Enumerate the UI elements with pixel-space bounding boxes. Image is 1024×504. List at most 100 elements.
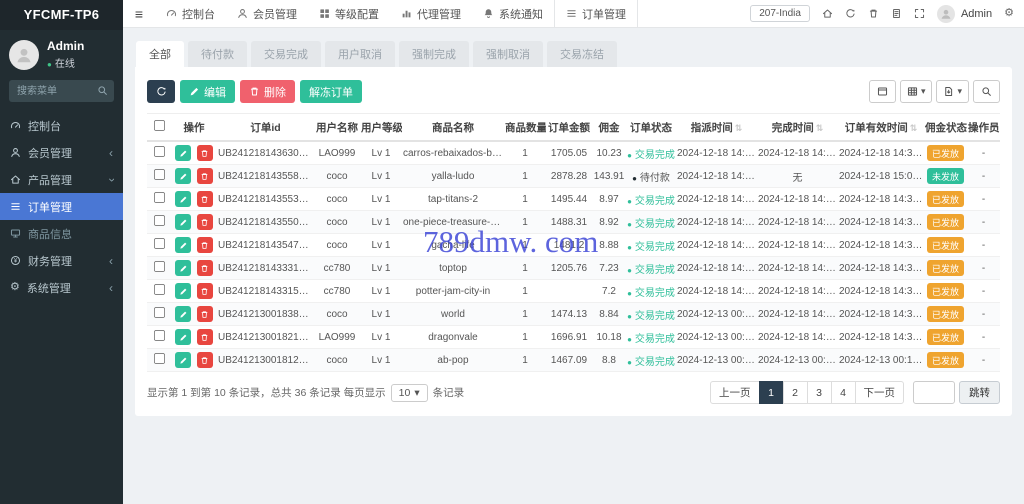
col-finish-time[interactable]: 完成时间⇅ xyxy=(757,114,838,142)
tab-user-cancelled[interactable]: 用户取消 xyxy=(325,41,395,67)
order-status-cell: ●交易完成 xyxy=(626,326,676,349)
row-delete-button[interactable] xyxy=(197,191,213,207)
row-checkbox[interactable] xyxy=(153,284,164,295)
page-button-4[interactable]: 4 xyxy=(831,381,856,404)
table-row: UB2412181433319189 cc780 Lv 1 toptop 1 1… xyxy=(147,257,1000,280)
card-view-button[interactable] xyxy=(869,80,896,103)
home-icon[interactable] xyxy=(822,8,833,19)
row-edit-button[interactable] xyxy=(175,214,191,230)
row-checkbox[interactable] xyxy=(153,238,164,249)
next-page-button[interactable]: 下一页 xyxy=(855,381,905,404)
tab-all[interactable]: 全部 xyxy=(136,41,184,67)
row-checkbox[interactable] xyxy=(153,215,164,226)
row-edit-button[interactable] xyxy=(175,329,191,345)
row-edit-button[interactable] xyxy=(175,191,191,207)
search-button[interactable] xyxy=(973,80,1000,103)
sidebar-item-members[interactable]: 会员管理 ‹ xyxy=(0,139,123,166)
tab-completed[interactable]: 交易完成 xyxy=(251,41,321,67)
row-checkbox[interactable] xyxy=(153,353,164,364)
row-edit-button[interactable] xyxy=(175,168,191,184)
sidebar-item-goods-info[interactable]: 商品信息 xyxy=(0,220,123,247)
columns-button[interactable]: ▾ xyxy=(900,80,933,103)
table-row: UB2412181435503819 coco Lv 1 one-piece-t… xyxy=(147,211,1000,234)
row-checkbox[interactable] xyxy=(153,330,164,341)
jump-button[interactable]: 跳转 xyxy=(959,381,1000,404)
unfreeze-order-button[interactable]: 解冻订单 xyxy=(300,80,362,103)
export-icon xyxy=(943,86,954,97)
tab-force-completed[interactable]: 强制完成 xyxy=(399,41,469,67)
row-delete-button[interactable] xyxy=(197,145,213,161)
row-checkbox[interactable] xyxy=(153,169,164,180)
assign-time-cell: 2024-12-18 14:35:58 xyxy=(676,165,757,188)
sidebar-item-dashboard[interactable]: 控制台 xyxy=(0,112,123,139)
row-delete-button[interactable] xyxy=(197,352,213,368)
row-edit-button[interactable] xyxy=(175,283,191,299)
table-footer: 显示第 1 到第 10 条记录，总共 36 条记录 每页显示 10▾ 条记录 上… xyxy=(147,381,1000,406)
finish-time-cell: 2024-12-18 14:33:20 xyxy=(757,280,838,303)
row-edit-button[interactable] xyxy=(175,306,191,322)
row-checkbox[interactable] xyxy=(153,261,164,272)
hamburger-menu-icon[interactable]: ≡ xyxy=(123,0,155,27)
row-checkbox[interactable] xyxy=(153,146,164,157)
clear-cache-icon[interactable] xyxy=(891,8,902,19)
row-delete-button[interactable] xyxy=(197,283,213,299)
region-selector[interactable]: 207-India xyxy=(750,5,810,22)
row-edit-button[interactable] xyxy=(175,237,191,253)
export-button[interactable]: ▾ xyxy=(936,80,969,103)
commission-status-cell: 已发放 xyxy=(924,349,967,372)
status-dot-icon: ● xyxy=(627,358,632,367)
refresh-icon[interactable] xyxy=(845,8,856,19)
finish-time-cell: 2024-12-18 14:33:32 xyxy=(757,257,838,280)
page-size-select[interactable]: 10▾ xyxy=(391,384,428,402)
topnav-agents[interactable]: 代理管理 xyxy=(390,0,472,27)
row-delete-button[interactable] xyxy=(197,214,213,230)
select-all-checkbox[interactable] xyxy=(153,120,164,131)
row-edit-button[interactable] xyxy=(175,145,191,161)
prev-page-button[interactable]: 上一页 xyxy=(710,381,760,404)
page-button-3[interactable]: 3 xyxy=(807,381,832,404)
row-checkbox[interactable] xyxy=(153,192,164,203)
topnav-orders[interactable]: 订单管理 xyxy=(554,0,638,27)
pencil-icon xyxy=(179,218,188,227)
row-checkbox[interactable] xyxy=(153,307,164,318)
tab-force-cancelled[interactable]: 强制取消 xyxy=(473,41,543,67)
admin-menu[interactable]: Admin xyxy=(961,8,992,20)
avatar[interactable] xyxy=(9,40,39,70)
delete-button[interactable]: 删除 xyxy=(240,80,295,103)
settings-gear-icon[interactable]: ⚙ xyxy=(1004,8,1014,19)
search-icon[interactable] xyxy=(97,85,108,98)
fullscreen-icon[interactable] xyxy=(914,8,925,19)
edit-button[interactable]: 编辑 xyxy=(180,80,235,103)
sidebar-item-orders[interactable]: 订单管理 xyxy=(0,193,123,220)
trash-icon[interactable] xyxy=(868,8,879,19)
col-assign-time[interactable]: 指派时间⇅ xyxy=(676,114,757,142)
row-delete-button[interactable] xyxy=(197,237,213,253)
row-delete-button[interactable] xyxy=(197,168,213,184)
topnav-level-config[interactable]: 等级配置 xyxy=(308,0,390,27)
table-row: UB2412181433151761 cc780 Lv 1 potter-jam… xyxy=(147,280,1000,303)
sidebar-item-finance[interactable]: ¥ 财务管理 ‹ xyxy=(0,247,123,274)
page-button-2[interactable]: 2 xyxy=(783,381,808,404)
tab-frozen[interactable]: 交易冻结 xyxy=(547,41,617,67)
row-delete-button[interactable] xyxy=(197,329,213,345)
page-button-1[interactable]: 1 xyxy=(759,381,784,404)
row-delete-button[interactable] xyxy=(197,306,213,322)
sidebar-item-products[interactable]: 产品管理 ‹ xyxy=(0,166,123,193)
row-delete-button[interactable] xyxy=(197,260,213,276)
col-valid-time[interactable]: 订单有效时间⇅ xyxy=(838,114,924,142)
pagination: 上一页 1 2 3 4 下一页 跳转 xyxy=(710,381,1000,404)
product-name-cell: world xyxy=(402,303,504,326)
tab-pending-payment[interactable]: 待付款 xyxy=(188,41,247,67)
topnav-dashboard[interactable]: 控制台 xyxy=(155,0,226,27)
trash-icon xyxy=(200,241,209,250)
row-edit-button[interactable] xyxy=(175,260,191,276)
row-edit-button[interactable] xyxy=(175,352,191,368)
jump-page-input[interactable] xyxy=(913,381,955,404)
topnav-members[interactable]: 会员管理 xyxy=(226,0,308,27)
topnav-notifications[interactable]: 系统通知 xyxy=(472,0,554,27)
user-panel: Admin ●在线 xyxy=(0,30,123,77)
refresh-button[interactable] xyxy=(147,80,175,103)
gauge-icon xyxy=(166,8,177,19)
avatar[interactable] xyxy=(937,5,955,23)
sidebar-item-system[interactable]: ⚙ 系统管理 ‹ xyxy=(0,274,123,301)
